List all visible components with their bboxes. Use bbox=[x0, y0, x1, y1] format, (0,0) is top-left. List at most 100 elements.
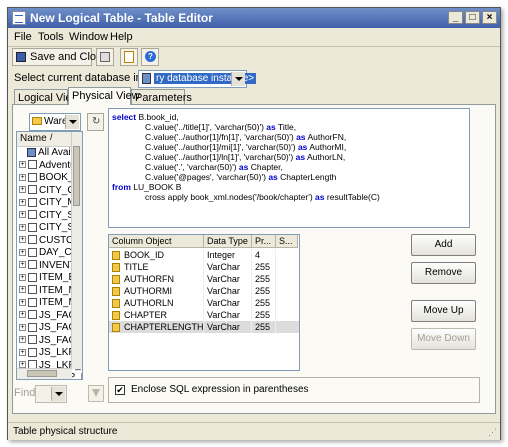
menu-file[interactable]: File bbox=[14, 31, 32, 43]
expand-icon[interactable]: + bbox=[19, 236, 26, 244]
column-header-precision[interactable]: Pr... bbox=[252, 235, 276, 248]
expand-icon[interactable]: + bbox=[19, 161, 26, 169]
data-type-cell[interactable]: VarChar bbox=[204, 297, 252, 309]
column-header-type[interactable]: Data Type bbox=[204, 235, 252, 248]
table-checkbox[interactable] bbox=[28, 335, 37, 345]
table-checkbox[interactable] bbox=[28, 347, 37, 357]
close-button[interactable]: × bbox=[482, 11, 497, 24]
data-type-cell[interactable]: VarChar bbox=[204, 273, 252, 285]
table-checkbox[interactable] bbox=[28, 322, 37, 332]
table-checkbox[interactable] bbox=[28, 172, 37, 182]
move-up-button[interactable]: Move Up bbox=[411, 300, 476, 322]
db-instance-select[interactable]: ry database instance> bbox=[138, 70, 257, 88]
data-type-cell[interactable]: VarChar bbox=[204, 321, 252, 333]
chevron-down-icon[interactable] bbox=[65, 115, 79, 129]
table-checkbox[interactable] bbox=[28, 310, 37, 320]
precision-cell[interactable]: 255 bbox=[252, 261, 276, 273]
column-grid[interactable]: Column Object Data Type Pr... S... BOOK_… bbox=[108, 234, 300, 371]
table-row[interactable]: CHAPTERLENGTH VarChar 255 bbox=[109, 321, 299, 333]
precision-cell[interactable]: 255 bbox=[252, 285, 276, 297]
properties-button[interactable] bbox=[96, 48, 114, 66]
tab-logical-view[interactable]: Logical View bbox=[14, 89, 80, 105]
expand-icon[interactable]: + bbox=[19, 261, 26, 269]
column-header-object[interactable]: Column Object bbox=[109, 235, 204, 248]
resize-grip-icon[interactable]: ⋰ bbox=[488, 427, 497, 438]
precision-cell[interactable]: 255 bbox=[252, 309, 276, 321]
column-name-cell[interactable]: BOOK_ID bbox=[109, 249, 204, 261]
tree-vertical-scrollbar[interactable] bbox=[71, 132, 82, 369]
column-name-cell[interactable]: TITLE bbox=[109, 261, 204, 273]
column-header-scale[interactable]: S... bbox=[276, 235, 298, 248]
expand-icon[interactable]: + bbox=[19, 186, 26, 194]
data-type-cell[interactable]: Integer bbox=[204, 249, 252, 261]
table-checkbox[interactable] bbox=[28, 160, 37, 170]
data-type-cell[interactable]: VarChar bbox=[204, 285, 252, 297]
table-row[interactable]: CHAPTER VarChar 255 bbox=[109, 309, 299, 321]
table-checkbox[interactable] bbox=[28, 272, 37, 282]
minimize-button[interactable]: _ bbox=[448, 11, 463, 24]
expand-icon[interactable]: + bbox=[19, 348, 26, 356]
save-and-close-button[interactable]: Save and Close bbox=[12, 48, 108, 66]
table-row[interactable]: BOOK_ID Integer 4 bbox=[109, 249, 299, 261]
help-button[interactable]: ? bbox=[141, 48, 159, 66]
sql-editor[interactable]: select B.book_id, C.value('../title[1]', … bbox=[108, 108, 470, 228]
expand-icon[interactable]: + bbox=[19, 323, 26, 331]
data-type-cell[interactable]: VarChar bbox=[204, 261, 252, 273]
table-checkbox[interactable] bbox=[28, 247, 37, 257]
expand-icon[interactable]: + bbox=[19, 211, 26, 219]
expand-icon[interactable]: + bbox=[19, 173, 26, 181]
table-checkbox[interactable] bbox=[28, 185, 37, 195]
column-name-cell[interactable]: AUTHORFN bbox=[109, 273, 204, 285]
chevron-down-icon[interactable] bbox=[231, 72, 245, 86]
table-checkbox[interactable] bbox=[28, 297, 37, 307]
table-row[interactable]: AUTHORLN VarChar 255 bbox=[109, 297, 299, 309]
table-row[interactable]: TITLE VarChar 255 bbox=[109, 261, 299, 273]
table-checkbox[interactable] bbox=[28, 285, 37, 295]
enclose-checkbox[interactable]: ✔ bbox=[115, 385, 125, 395]
precision-cell[interactable]: 255 bbox=[252, 297, 276, 309]
expand-icon[interactable]: + bbox=[19, 223, 26, 231]
filter-button[interactable] bbox=[88, 385, 104, 402]
expand-icon[interactable]: + bbox=[19, 198, 26, 206]
find-input[interactable] bbox=[35, 385, 67, 403]
table-row[interactable]: AUTHORMI VarChar 255 bbox=[109, 285, 299, 297]
scroll-thumb[interactable] bbox=[73, 146, 80, 206]
remove-button[interactable]: Remove bbox=[411, 262, 476, 284]
expand-icon[interactable]: + bbox=[19, 298, 26, 306]
table-checkbox[interactable] bbox=[28, 260, 37, 270]
tree-horizontal-scrollbar[interactable] bbox=[17, 368, 72, 379]
sql-text: C.value('../author[1]/ln[1]', 'varchar(5… bbox=[145, 152, 294, 162]
precision-cell[interactable]: 4 bbox=[252, 249, 276, 261]
column-name-cell[interactable]: CHAPTER bbox=[109, 309, 204, 321]
table-checkbox[interactable] bbox=[28, 197, 37, 207]
menu-tools[interactable]: Tools bbox=[38, 31, 64, 43]
column-name-cell[interactable]: AUTHORMI bbox=[109, 285, 204, 297]
table-row[interactable]: AUTHORFN VarChar 255 bbox=[109, 273, 299, 285]
expand-icon[interactable]: + bbox=[19, 311, 26, 319]
tab-physical-view[interactable]: Physical View bbox=[68, 87, 140, 105]
sort-icon[interactable]: / bbox=[50, 132, 53, 142]
menu-help[interactable]: Help bbox=[110, 31, 133, 43]
add-button[interactable]: Add bbox=[411, 234, 476, 256]
menu-window[interactable]: Window bbox=[69, 31, 108, 43]
refresh-button[interactable]: ↻ bbox=[87, 113, 104, 131]
table-checkbox[interactable] bbox=[28, 235, 37, 245]
column-name-cell[interactable]: AUTHORLN bbox=[109, 297, 204, 309]
column-name-cell[interactable]: CHAPTERLENGTH bbox=[109, 321, 204, 333]
expand-icon[interactable]: + bbox=[19, 248, 26, 256]
table-checkbox[interactable] bbox=[28, 222, 37, 232]
chevron-down-icon[interactable] bbox=[51, 387, 65, 401]
precision-cell[interactable]: 255 bbox=[252, 321, 276, 333]
precision-cell[interactable]: 255 bbox=[252, 273, 276, 285]
maximize-button[interactable]: □ bbox=[465, 11, 480, 24]
data-type-cell[interactable]: VarChar bbox=[204, 309, 252, 321]
sql-button[interactable] bbox=[120, 48, 138, 66]
warehouse-select[interactable]: Wareho bbox=[29, 113, 81, 131]
scroll-thumb[interactable] bbox=[27, 370, 57, 377]
sql-line: from LU_BOOK B bbox=[112, 182, 181, 192]
move-down-button[interactable]: Move Down bbox=[411, 328, 476, 350]
expand-icon[interactable]: + bbox=[19, 286, 26, 294]
expand-icon[interactable]: + bbox=[19, 336, 26, 344]
expand-icon[interactable]: + bbox=[19, 273, 26, 281]
table-checkbox[interactable] bbox=[28, 210, 37, 220]
